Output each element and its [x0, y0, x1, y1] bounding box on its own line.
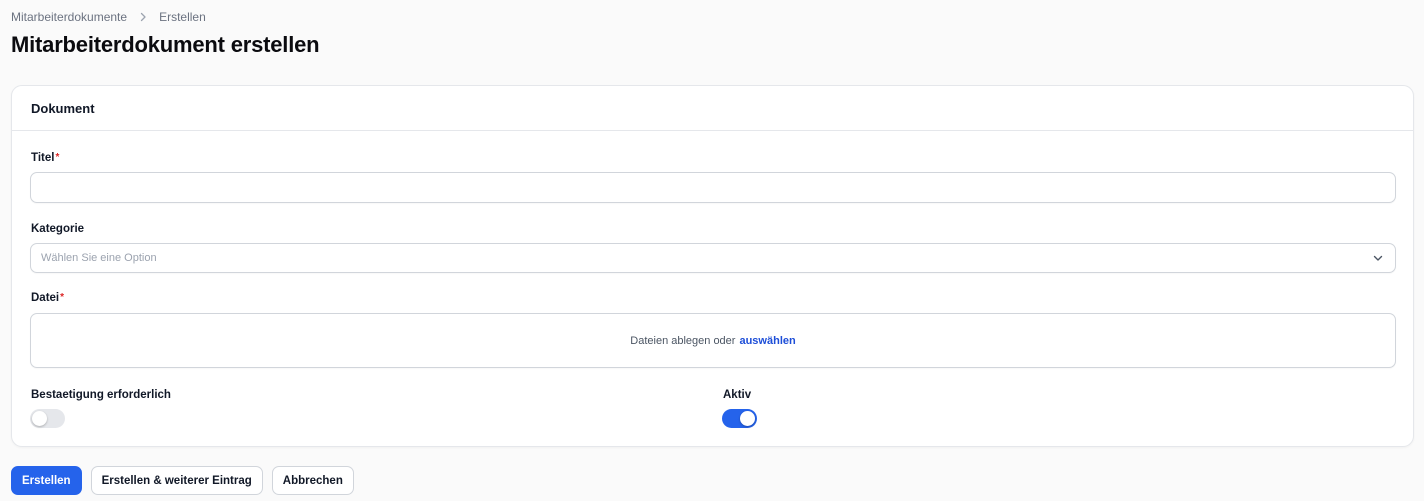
cancel-button[interactable]: Abbrechen — [271, 466, 354, 495]
bestaetigung-toggle[interactable] — [30, 409, 65, 428]
form-actions: Erstellen Erstellen & weiterer Eintrag A… — [11, 466, 354, 495]
create-button[interactable]: Erstellen — [11, 466, 82, 495]
titel-label: Titel* — [31, 152, 59, 164]
form-card: Dokument Titel* Kategorie Wählen Sie ein… — [11, 85, 1414, 447]
toggle-knob — [740, 411, 755, 426]
titel-label-text: Titel — [31, 152, 55, 164]
chevron-right-icon — [137, 11, 149, 23]
aktiv-toggle[interactable] — [722, 409, 757, 428]
titel-input[interactable] — [30, 172, 1396, 203]
page-title: Mitarbeiterdokument erstellen — [11, 32, 320, 57]
file-select-link[interactable]: auswählen — [739, 335, 795, 347]
datei-label-text: Datei — [31, 292, 60, 304]
breadcrumb-item-erstellen: Erstellen — [159, 10, 206, 24]
breadcrumb: Mitarbeiterdokumente Erstellen — [11, 10, 206, 24]
section-header: Dokument — [12, 86, 1413, 131]
kategorie-placeholder: Wählen Sie eine Option — [41, 252, 157, 264]
titel-required-mark: * — [55, 152, 60, 163]
create-another-button[interactable]: Erstellen & weiterer Eintrag — [90, 466, 263, 495]
chevron-down-icon — [1371, 251, 1385, 265]
toggle-knob — [32, 411, 47, 426]
datei-required-mark: * — [60, 292, 65, 303]
bestaetigung-label: Bestaetigung erforderlich — [31, 389, 171, 401]
section-title: Dokument — [31, 101, 95, 116]
breadcrumb-item-mitarbeiterdokumente[interactable]: Mitarbeiterdokumente — [11, 10, 127, 24]
kategorie-label: Kategorie — [31, 223, 85, 235]
datei-label: Datei* — [31, 292, 64, 304]
aktiv-label: Aktiv — [723, 389, 752, 401]
kategorie-select[interactable]: Wählen Sie eine Option — [30, 243, 1396, 273]
dropzone-text: Dateien ablegen oder — [630, 334, 736, 347]
file-dropzone[interactable]: Dateien ablegen oder auswählen — [30, 313, 1396, 368]
